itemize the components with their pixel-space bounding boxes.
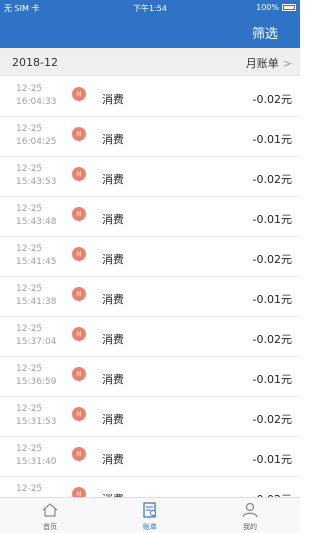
transaction-type: 消费 [102,333,124,346]
status-right: 100% [256,3,296,12]
transaction-amount: -0.01元 [252,133,292,146]
transaction-time: 15:43:48 [16,217,57,227]
transaction-type: 消费 [102,93,124,106]
transaction-amount: -0.02元 [252,93,292,106]
transaction-date: 12-25 [16,84,43,94]
transaction-date: 12-25 [16,164,43,174]
transaction-row[interactable]: 12-25 16:04:25 ¤ 消费 -0.01元 [0,117,300,157]
consume-icon: ¤ [72,207,86,221]
transaction-datetime: 12-25 15:37:04 [16,323,56,349]
consume-icon: ¤ [72,447,86,461]
transaction-datetime: 12-25 15:41:38 [16,283,56,309]
transaction-amount: -0.01元 [252,373,292,386]
transaction-list: 12-25 16:04:33 ¤ 消费 -0.02元 12-25 16:04:25 ¤ 消费 -0… [0,77,300,497]
top-app-bar: 无 SIM 卡 下午1:54 100% 筛选 [0,0,300,48]
transaction-date: 12-25 [16,284,43,294]
transaction-datetime: 12-25 [16,483,42,496]
consume-icon: ¤ [72,87,86,101]
transaction-type: 消费 [102,253,124,266]
consume-icon: ¤ [72,367,86,381]
transaction-amount: -0.02元 [252,333,292,346]
transaction-row[interactable]: 12-25 15:31:40 ¤ 消费 -0.01元 [0,437,300,477]
transaction-time: 15:31:40 [16,457,57,467]
clock-label: 下午1:54 [133,4,167,13]
filter-button[interactable]: 筛选 [252,23,278,42]
transaction-type: 消费 [102,213,124,226]
transaction-datetime: 12-25 15:31:40 [16,443,56,469]
transaction-type: 消费 [102,133,124,146]
transaction-amount: -0.01元 [252,213,292,226]
transaction-date: 12-25 [16,364,43,374]
transaction-datetime: 12-25 16:04:25 [16,123,56,149]
transaction-time: 16:04:33 [16,97,57,107]
transaction-time: 15:41:38 [16,297,57,307]
battery-icon [282,4,296,11]
transaction-row[interactable]: 12-25 15:43:53 ¤ 消费 -0.02元 [0,157,300,197]
transaction-time: 16:04:25 [16,137,57,147]
monthly-bill-label: 月账单 [245,57,279,70]
transaction-datetime: 12-25 15:41:45 [16,243,56,269]
transaction-amount: -0.01元 [252,453,292,466]
transaction-date: 12-25 [16,204,43,214]
bill-icon [143,502,156,518]
consume-icon: ¤ [72,167,86,181]
transaction-amount: -0.01元 [252,293,292,306]
tab-bill[interactable]: 账单 [100,498,200,533]
transaction-amount: -0.02元 [252,173,292,186]
consume-icon: ¤ [72,407,86,421]
transaction-type: 消费 [102,373,124,386]
transaction-date: 12-25 [16,444,43,454]
consume-icon: ¤ [72,487,86,497]
transaction-date: 12-25 [16,484,43,494]
tab-me[interactable]: 我的 [200,498,300,533]
transaction-date: 12-25 [16,404,43,414]
transaction-type: 消费 [102,173,124,186]
battery-percent: 100% [256,3,279,12]
transaction-time: 15:31:53 [16,417,57,427]
transaction-type: 消费 [102,453,124,466]
transaction-type: 消费 [102,293,124,306]
transaction-amount: -0.02元 [252,413,292,426]
tab-home-label: 首页 [43,523,57,531]
transaction-row[interactable]: 12-25 16:04:33 ¤ 消费 -0.02元 [0,77,300,117]
transaction-date: 12-25 [16,244,43,254]
bottom-tab-bar: 首页 账单 我的 [0,497,300,533]
transaction-datetime: 12-25 15:43:53 [16,163,56,189]
tab-me-label: 我的 [243,523,257,531]
transaction-datetime: 12-25 15:43:48 [16,203,56,229]
transaction-row[interactable]: 12-25 15:31:53 ¤ 消费 -0.02元 [0,397,300,437]
consume-icon: ¤ [72,287,86,301]
tab-bill-label: 账单 [143,523,157,531]
month-header: 2018-12 月账单 > [0,48,300,76]
chevron-right-icon: > [282,56,292,70]
status-bar: 无 SIM 卡 下午1:54 100% [0,0,300,16]
transaction-date: 12-25 [16,124,43,134]
transaction-row[interactable]: 12-25 15:36:59 ¤ 消费 -0.01元 [0,357,300,397]
user-icon [242,502,258,518]
transaction-datetime: 12-25 15:36:59 [16,363,56,389]
consume-icon: ¤ [72,247,86,261]
month-label: 2018-12 [12,56,58,69]
monthly-bill-link[interactable]: 月账单 > [246,55,292,71]
tab-home[interactable]: 首页 [0,498,100,533]
transaction-row[interactable]: 12-25 15:37:04 ¤ 消费 -0.02元 [0,317,300,357]
transaction-time: 15:43:53 [16,177,57,187]
transaction-amount: -0.02元 [252,253,292,266]
transaction-time: 15:37:04 [16,337,57,347]
transaction-time: 15:41:45 [16,257,57,267]
transaction-row[interactable]: 12-25 15:43:48 ¤ 消费 -0.01元 [0,197,300,237]
transaction-time: 15:36:59 [16,377,57,387]
transaction-row[interactable]: 12-25 15:41:38 ¤ 消费 -0.01元 [0,277,300,317]
consume-icon: ¤ [72,327,86,341]
transaction-type: 消费 [102,413,124,426]
transaction-row[interactable]: 12-25¤消费-0.02元 [0,477,300,497]
transaction-datetime: 12-25 15:31:53 [16,403,56,429]
transaction-date: 12-25 [16,324,43,334]
transaction-row[interactable]: 12-25 15:41:45 ¤ 消费 -0.02元 [0,237,300,277]
home-icon [42,503,58,517]
consume-icon: ¤ [72,127,86,141]
transaction-datetime: 12-25 16:04:33 [16,83,56,109]
